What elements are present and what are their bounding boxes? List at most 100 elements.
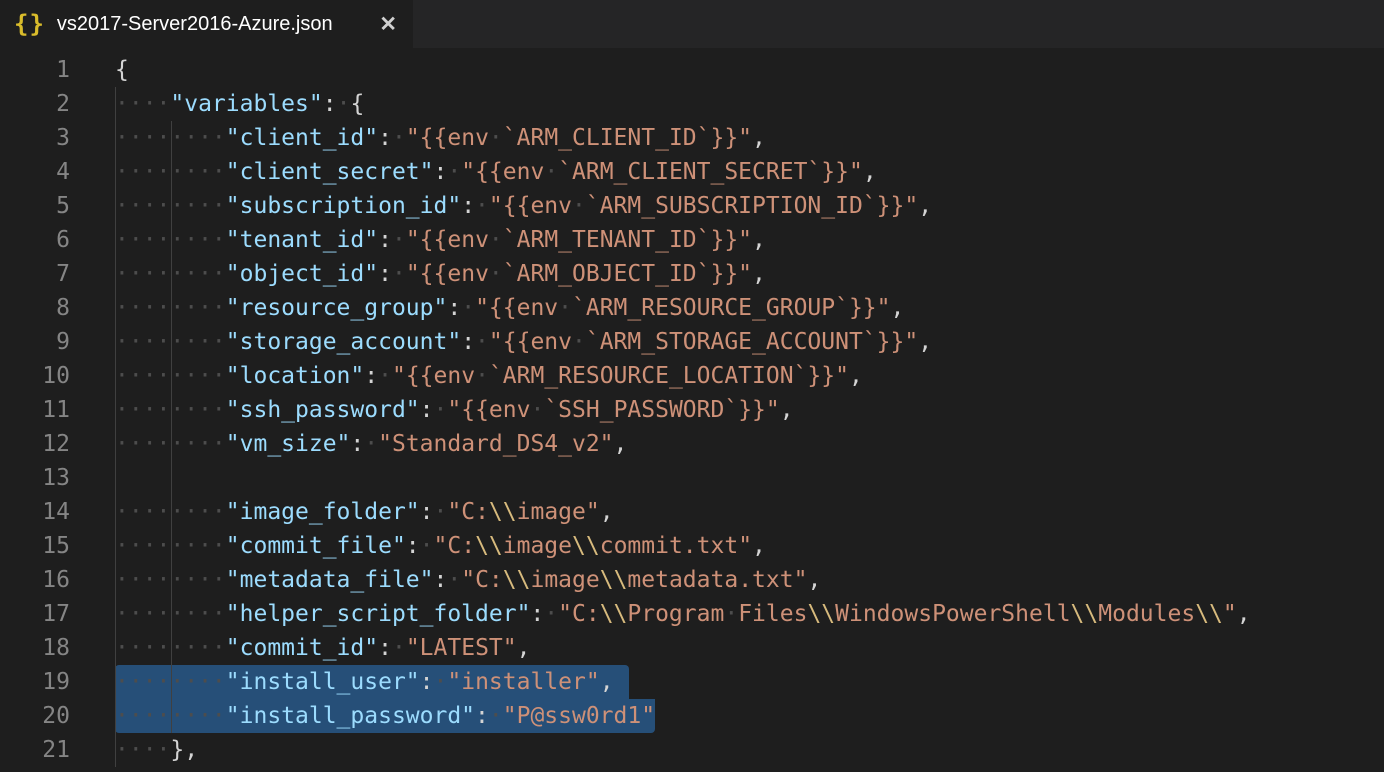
code-token: · [378, 363, 392, 389]
code-token: `ARM_OBJECT_ID`}}" [503, 261, 752, 287]
line-number[interactable]: 17 [0, 597, 70, 631]
code-token: · [420, 533, 434, 559]
code-token: : [420, 669, 434, 695]
code-line-content: ········"location":·"{{env·`ARM_RESOURCE… [115, 359, 863, 393]
line-number[interactable]: 5 [0, 189, 70, 223]
line-number[interactable]: 20 [0, 699, 70, 733]
code-line[interactable]: 13 [0, 461, 1384, 495]
code-token: , [918, 193, 932, 219]
code-line-content-selected: ········"install_user":·"installer", [115, 665, 629, 699]
code-token: "resource_group" [226, 295, 448, 321]
code-line[interactable]: 8········"resource_group":·"{{env·`ARM_R… [0, 291, 1384, 325]
code-line[interactable]: 2····"variables":·{ [0, 87, 1384, 121]
code-token: : [420, 499, 434, 525]
code-token: · [392, 227, 406, 253]
code-lines: 1{2····"variables":·{3········"client_id… [0, 53, 1384, 767]
indent-guide [115, 87, 116, 767]
line-number[interactable]: 2 [0, 87, 70, 121]
line-number[interactable]: 12 [0, 427, 70, 461]
code-token: · [489, 125, 503, 151]
code-token: · [544, 601, 558, 627]
line-number[interactable]: 18 [0, 631, 70, 665]
line-number[interactable]: 10 [0, 359, 70, 393]
code-line-content: ········"commit_id":·"LATEST", [115, 631, 530, 665]
code-line-content: ········"client_secret":·"{{env·`ARM_CLI… [115, 155, 877, 189]
line-number[interactable]: 6 [0, 223, 70, 257]
line-number[interactable]: 14 [0, 495, 70, 529]
line-number[interactable]: 4 [0, 155, 70, 189]
code-line[interactable]: 16 ········"metadata_file":·"C:\\image\\m… [0, 563, 1384, 597]
code-token: "image_folder" [226, 499, 420, 525]
code-token: "{{env [489, 193, 572, 219]
line-number[interactable]: 8 [0, 291, 70, 325]
code-token: image [530, 567, 599, 593]
code-line[interactable]: 7 ········"object_id":·"{{env·`ARM_OBJECT… [0, 257, 1384, 291]
line-number[interactable]: 9 [0, 325, 70, 359]
code-line-content: ········"object_id":·"{{env·`ARM_OBJECT_… [115, 257, 766, 291]
code-token: "{{env [475, 295, 558, 321]
code-line[interactable]: 15········"commit_file":·"C:\\image\\com… [0, 529, 1384, 563]
code-token: , [614, 431, 628, 457]
code-token: `ARM_RESOURCE_LOCATION`}}" [489, 363, 849, 389]
line-number[interactable]: 15 [0, 529, 70, 563]
code-line[interactable]: 20 ········"install_password":·"P@ssw0rd1… [0, 699, 1384, 733]
line-number[interactable]: 7 [0, 257, 70, 291]
code-line[interactable]: 19 ········"install_user":·"installer", [0, 665, 1384, 699]
code-line-content-selected: ········"install_password":·"P@ssw0rd1" [115, 699, 655, 733]
code-line[interactable]: 21····}, [0, 733, 1384, 767]
code-line[interactable]: 6········"tenant_id":·"{{env·`ARM_TENANT… [0, 223, 1384, 257]
code-line[interactable]: 9········"storage_account":·"{{env·`ARM_… [0, 325, 1384, 359]
code-token: "commit_id" [226, 635, 378, 661]
code-line[interactable]: 14········"image_folder":·"C:\\image", [0, 495, 1384, 529]
code-token: "{{env [406, 227, 489, 253]
code-token: "{{env [461, 159, 544, 185]
line-number[interactable]: 3 [0, 121, 70, 155]
code-token: : [323, 91, 337, 117]
code-token: "helper_script_folder" [226, 601, 531, 627]
code-token: , [600, 669, 614, 695]
code-token: metadata.txt" [627, 567, 807, 593]
code-token: \\ [1071, 601, 1099, 627]
code-token: : [378, 125, 392, 151]
code-token: , [752, 533, 766, 559]
code-token: , [752, 125, 766, 151]
code-token: "C: [434, 533, 476, 559]
code-line[interactable]: 5········"subscription_id":·"{{env·`ARM_… [0, 189, 1384, 223]
code-token: image" [517, 499, 600, 525]
code-line[interactable]: 12········"vm_size":·"Standard_DS4_v2", [0, 427, 1384, 461]
code-token: , [918, 329, 932, 355]
code-token: : [434, 159, 448, 185]
code-line[interactable]: 10 ········"location":·"{{env·`ARM_RESOUR… [0, 359, 1384, 393]
line-number[interactable]: 13 [0, 461, 70, 495]
code-line[interactable]: 4 ········"client_secret":·"{{env·`ARM_CL… [0, 155, 1384, 189]
code-token: : [434, 567, 448, 593]
tab-close-icon[interactable]: ✕ [379, 14, 397, 35]
code-line-content: ········"helper_script_folder":·"C:\\Pro… [115, 597, 1251, 631]
code-editor[interactable]: 1{2····"variables":·{3········"client_id… [0, 48, 1384, 772]
code-token: : [378, 261, 392, 287]
code-token: : [378, 227, 392, 253]
line-number[interactable]: 11 [0, 393, 70, 427]
code-token: , [807, 567, 821, 593]
code-token: "C: [558, 601, 600, 627]
editor-tab-bar: {} vs2017-Server2016-Azure.json ✕ [0, 0, 1384, 48]
code-line-content: ········"commit_file":·"C:\\image\\commi… [115, 529, 766, 563]
code-line[interactable]: 17········"helper_script_folder":·"C:\\P… [0, 597, 1384, 631]
code-token: · [558, 295, 572, 321]
code-line-content: ········"ssh_password":·"{{env·`SSH_PASS… [115, 393, 794, 427]
code-token: : [364, 363, 378, 389]
code-line[interactable]: 3········"client_id":·"{{env·`ARM_CLIENT… [0, 121, 1384, 155]
line-number[interactable]: 19 [0, 665, 70, 699]
line-number[interactable]: 16 [0, 563, 70, 597]
code-token: "metadata_file" [226, 567, 434, 593]
code-line[interactable]: 11 ········"ssh_password":·"{{env·`SSH_PA… [0, 393, 1384, 427]
code-token: , [517, 635, 531, 661]
code-line[interactable]: 18 ········"commit_id":·"LATEST", [0, 631, 1384, 665]
code-token: `ARM_CLIENT_ID`}}" [503, 125, 752, 151]
tab-vs2017-server2016-azure-json[interactable]: {} vs2017-Server2016-Azure.json ✕ [0, 0, 413, 48]
code-token: \\ [572, 533, 600, 559]
code-line[interactable]: 1{ [0, 53, 1384, 87]
line-number[interactable]: 21 [0, 733, 70, 767]
line-number[interactable]: 1 [0, 53, 70, 87]
code-line-content: ········"metadata_file":·"C:\\image\\met… [115, 563, 821, 597]
